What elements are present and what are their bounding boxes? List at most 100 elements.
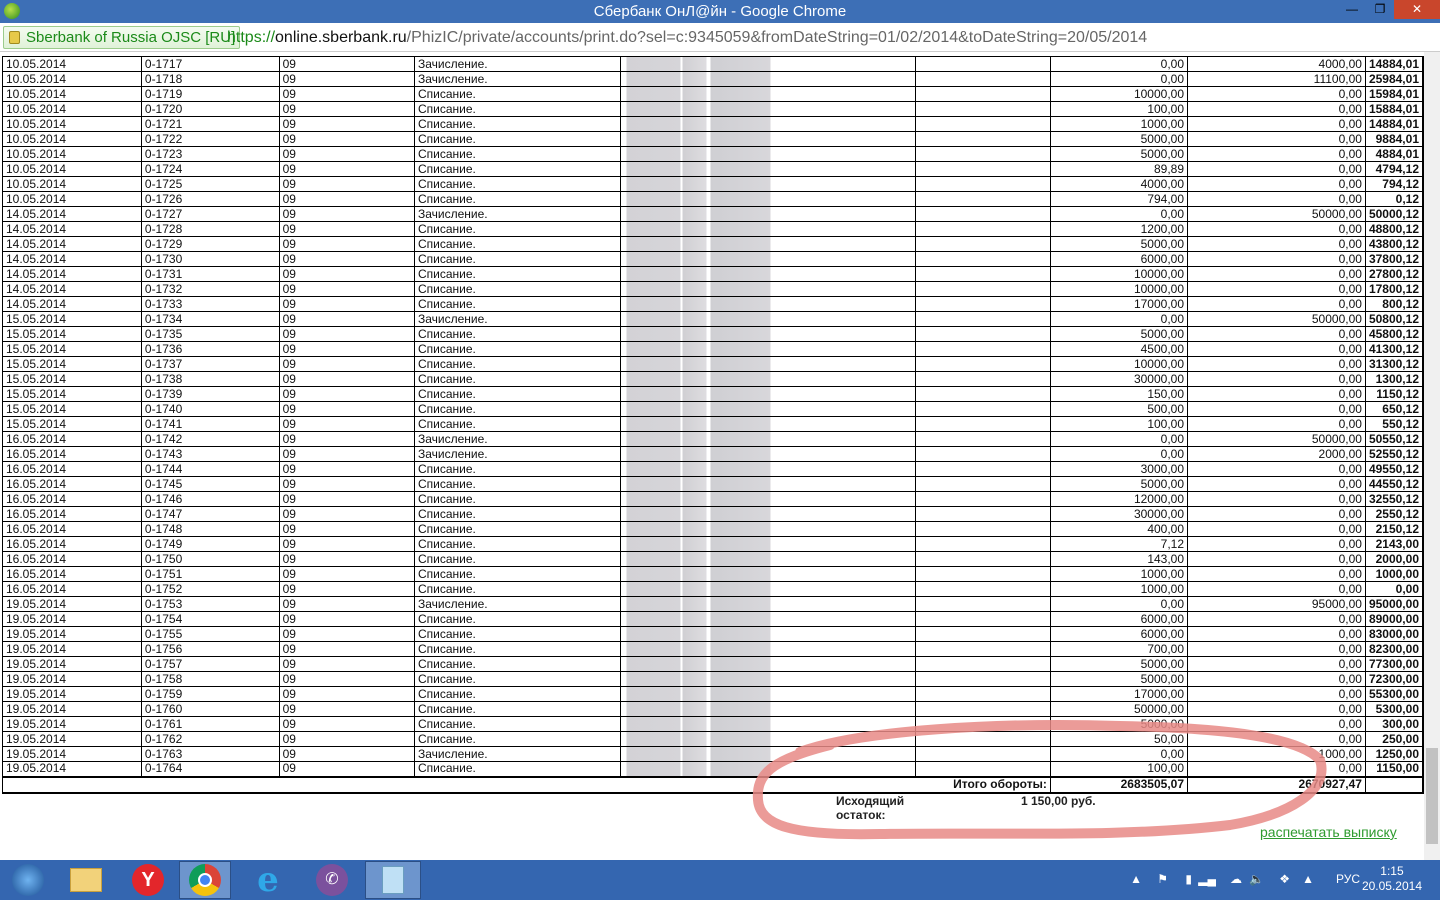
empty-cell: [915, 686, 1051, 702]
debit-cell: 17000,00: [1049, 686, 1189, 702]
restore-button[interactable]: ❐: [1366, 0, 1394, 19]
credit-cell: 95000,00: [1187, 596, 1366, 612]
date-cell: 10.05.2014: [2, 56, 142, 72]
description-cell: Списание.: [413, 251, 621, 267]
date-cell: 10.05.2014: [2, 101, 142, 117]
totals-empty: [1364, 775, 1424, 794]
address-bar[interactable]: Sberbank of Russia OJSC [RU] https://onl…: [0, 23, 1440, 52]
credit-cell: 0,00: [1187, 581, 1366, 597]
language-indicator[interactable]: РУС: [1336, 872, 1360, 886]
viber-icon[interactable]: ✆: [304, 861, 360, 899]
url-path: /PhizIC/private/accounts/print.do?sel=c:…: [406, 29, 1148, 46]
vertical-scrollbar[interactable]: [1424, 52, 1440, 860]
balance-cell: 0,00: [1364, 581, 1424, 597]
description-cell: Зачисление.: [413, 596, 621, 612]
account-cell-redacted: [619, 71, 917, 87]
scrollbar-thumb[interactable]: [1426, 748, 1438, 844]
code-cell: 09: [278, 161, 415, 177]
code-cell: 09: [278, 296, 415, 312]
table-row: 19.05.2014 0-1753 09 Зачисление. 0,00 95000,0…: [2, 596, 1424, 612]
google-drive-icon[interactable]: ▲: [1302, 872, 1314, 886]
account-cell-redacted: [619, 596, 917, 612]
empty-cell: [915, 716, 1051, 732]
chrome-icon[interactable]: [179, 861, 231, 899]
balance-cell: 800,12: [1364, 296, 1424, 312]
empty-cell: [915, 746, 1051, 762]
minimize-button[interactable]: —: [1338, 0, 1366, 19]
volume-icon[interactable]: 🔈: [1249, 872, 1264, 886]
show-hidden-icons-button[interactable]: ▲: [1130, 872, 1142, 886]
date-cell: 10.05.2014: [2, 161, 142, 177]
table-row: 14.05.2014 0-1733 09 Списание. 17000,00 0,00 8…: [2, 296, 1424, 312]
doc-number-cell: 0-1752: [140, 581, 280, 597]
table-row: 19.05.2014 0-1760 09 Списание. 50000,00 0,00 5…: [2, 701, 1424, 717]
description-cell: Списание.: [413, 86, 621, 102]
calculator-icon[interactable]: [365, 861, 421, 899]
account-cell-redacted: [619, 401, 917, 417]
balance-cell: 1000,00: [1364, 566, 1424, 582]
action-center-flag-icon[interactable]: ⚑: [1157, 872, 1168, 886]
account-cell-redacted: [619, 56, 917, 72]
code-cell: 09: [278, 131, 415, 147]
description-cell: Списание.: [413, 176, 621, 192]
table-row: 14.05.2014 0-1730 09 Списание. 6000,00 0,00 37…: [2, 251, 1424, 267]
date-cell: 10.05.2014: [2, 116, 142, 132]
debit-cell: 1000,00: [1049, 116, 1189, 132]
credit-cell: 0,00: [1187, 116, 1366, 132]
table-row: 19.05.2014 0-1761 09 Списание. 5000,00 0,00 30…: [2, 716, 1424, 732]
debit-cell: 6000,00: [1049, 611, 1189, 627]
clock[interactable]: 1:15 20.05.2014: [1362, 864, 1422, 894]
debit-cell: 5000,00: [1049, 476, 1189, 492]
account-cell-redacted: [619, 251, 917, 267]
code-cell: 09: [278, 356, 415, 372]
network-signal-icon[interactable]: ▂▄: [1198, 872, 1216, 886]
taskbar: Y e ✆ ▲ ⚑ ▮ ▂▄ ☁ 🔈 ❖ ▲ РУС 1:15 20.05.20…: [0, 860, 1440, 900]
print-statement-link[interactable]: распечатать выписку: [1260, 824, 1397, 840]
balance-cell: 50800,12: [1364, 311, 1424, 327]
date-cell: 19.05.2014: [2, 671, 142, 687]
doc-number-cell: 0-1726: [140, 191, 280, 207]
close-button[interactable]: ✕: [1394, 0, 1440, 19]
description-cell: Зачисление.: [413, 56, 621, 72]
debit-cell: 0,00: [1049, 446, 1189, 462]
internet-explorer-icon[interactable]: e: [240, 860, 296, 900]
date-cell: 16.05.2014: [2, 551, 142, 567]
yandex-browser-icon[interactable]: Y: [120, 861, 176, 899]
empty-cell: [915, 656, 1051, 672]
date-cell: 19.05.2014: [2, 761, 142, 777]
account-cell-redacted: [619, 626, 917, 642]
description-cell: Списание.: [413, 491, 621, 507]
account-cell-redacted: [619, 761, 917, 777]
account-cell-redacted: [619, 506, 917, 522]
code-cell: 09: [278, 551, 415, 567]
debit-cell: 0,00: [1049, 56, 1189, 72]
lock-icon: [9, 31, 20, 44]
start-icon[interactable]: [0, 861, 56, 899]
date-cell: 10.05.2014: [2, 176, 142, 192]
debit-cell: 12000,00: [1049, 491, 1189, 507]
table-row: 19.05.2014 0-1763 09 Зачисление. 0,00 1000,00…: [2, 746, 1424, 762]
file-explorer-icon[interactable]: [58, 861, 114, 899]
description-cell: Списание.: [413, 296, 621, 312]
ev-certificate-badge[interactable]: Sberbank of Russia OJSC [RU]: [3, 26, 241, 49]
date-cell: 19.05.2014: [2, 686, 142, 702]
credit-cell: 0,00: [1187, 191, 1366, 207]
date-cell: 19.05.2014: [2, 611, 142, 627]
battery-icon[interactable]: ▮: [1185, 872, 1192, 886]
credit-cell: 0,00: [1187, 656, 1366, 672]
table-row: 14.05.2014 0-1729 09 Списание. 5000,00 0,00 43…: [2, 236, 1424, 252]
balance-cell: 17800,12: [1364, 281, 1424, 297]
code-cell: 09: [278, 431, 415, 447]
date-cell: 19.05.2014: [2, 716, 142, 732]
dropbox-icon[interactable]: ❖: [1279, 872, 1290, 886]
url-text[interactable]: https://online.sberbank.ru/PhizIC/privat…: [227, 26, 1147, 49]
sync-icon[interactable]: ☁: [1230, 872, 1242, 886]
description-cell: Списание.: [413, 626, 621, 642]
account-cell-redacted: [619, 686, 917, 702]
debit-cell: 794,00: [1049, 191, 1189, 207]
empty-cell: [915, 551, 1051, 567]
debit-cell: 50000,00: [1049, 701, 1189, 717]
credit-cell: 50000,00: [1187, 431, 1366, 447]
credit-cell: 0,00: [1187, 521, 1366, 537]
account-cell-redacted: [619, 326, 917, 342]
